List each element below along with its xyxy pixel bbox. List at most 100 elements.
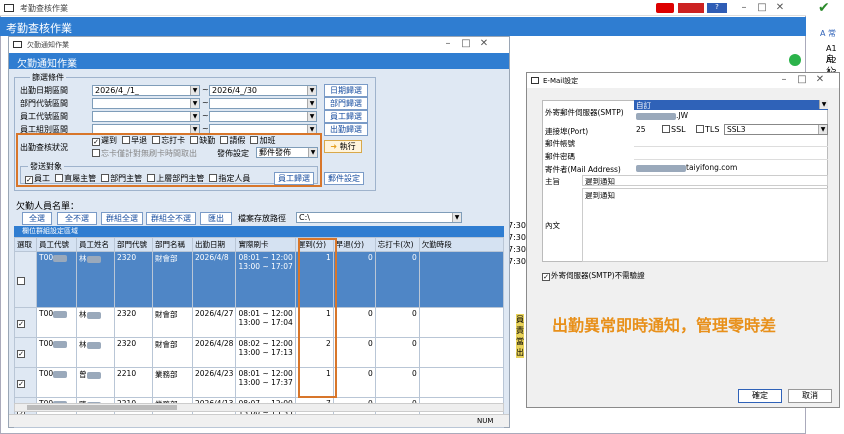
cancel-button[interactable]: 取消 xyxy=(788,389,832,403)
redacted xyxy=(53,370,68,378)
smtp-host-input[interactable]: .JW xyxy=(634,111,828,121)
row-checkbox[interactable]: ✓ xyxy=(17,276,25,285)
col-header[interactable]: 出勤日期 xyxy=(191,237,237,252)
toolbar-badge[interactable] xyxy=(678,3,704,13)
check-label: 部門主管 xyxy=(110,174,143,183)
row-checkbox[interactable]: ✓ xyxy=(17,319,25,328)
date-label: 出勤日期區間 xyxy=(20,86,68,95)
checkbox-ssl[interactable] xyxy=(662,125,670,133)
select-all-button[interactable]: 全選 xyxy=(22,212,52,225)
youtube-icon[interactable] xyxy=(656,3,674,13)
cell-absence-period xyxy=(418,337,505,368)
col-header[interactable]: 早退(分) xyxy=(332,237,376,252)
mail-setting-button[interactable]: 郵件設定 xyxy=(324,172,364,185)
checkbox-direct-manager[interactable] xyxy=(55,174,64,182)
attendance-filter-button[interactable]: 出勤歸選 xyxy=(324,123,368,136)
forget-option[interactable]: 忘卡僅計對無刷卡時間取出 xyxy=(92,148,197,159)
col-header[interactable]: 員工代號 xyxy=(36,237,77,252)
absence-table: 選取 員工代號 員工姓名 部門代號 部門名稱 出勤日期 實際刷卡 遲到(分) 早… xyxy=(14,237,505,428)
password-input[interactable] xyxy=(634,150,828,160)
cell-emp: T00 xyxy=(36,337,77,368)
execute-button[interactable]: ➜ 執行 xyxy=(324,140,362,153)
checkbox-upper-manager[interactable] xyxy=(147,174,156,182)
row-checkbox-cell[interactable]: ✓ xyxy=(14,307,37,338)
col-header[interactable]: 員工姓名 xyxy=(76,237,115,252)
row-checkbox[interactable]: ✓ xyxy=(17,349,25,358)
group-separator: ~ xyxy=(202,124,209,133)
horizontal-scrollbar[interactable] xyxy=(14,403,504,412)
checkbox-leave[interactable] xyxy=(220,136,229,144)
row-checkbox[interactable]: ✓ xyxy=(17,379,25,388)
row-checkbox-cell[interactable]: ✓ xyxy=(14,251,37,308)
checkbox-forget-only[interactable] xyxy=(92,149,100,157)
bg-window-controls[interactable]: – □ ✕ xyxy=(735,2,789,13)
dept-from-input[interactable]: ▼ xyxy=(92,98,200,109)
col-header[interactable]: 忘打卡(次) xyxy=(374,237,420,252)
bg-green-icon[interactable] xyxy=(789,54,801,66)
dept-to-input[interactable]: ▼ xyxy=(209,98,317,109)
cell-early: 0 xyxy=(332,337,376,368)
export-button[interactable]: 匯出 xyxy=(200,212,232,225)
cell-punch: 08:01 ~ 12:00 13:00 ~ 17:04 xyxy=(235,307,296,338)
tls-select[interactable]: SSL3 ▼ xyxy=(724,124,828,135)
checkbox-no-verify[interactable]: ✓ xyxy=(542,273,550,281)
cell-dept: 2210 xyxy=(114,367,153,398)
employee-select-button[interactable]: 員工歸選 xyxy=(274,172,314,185)
num-indicator: NUM xyxy=(477,417,494,425)
tls-option[interactable]: TLS xyxy=(696,125,719,134)
bg-titlebar: 考勤查核作業 ? – □ ✕ xyxy=(0,0,806,16)
scrollbar-thumb[interactable] xyxy=(27,405,177,410)
row-checkbox-cell[interactable]: ✓ xyxy=(14,337,37,368)
group-deselect-all-button[interactable]: 群組全不選 xyxy=(146,212,196,225)
emp-from-input[interactable]: ▼ xyxy=(92,111,200,122)
redacted xyxy=(53,254,68,262)
row-checkbox-cell[interactable]: ✓ xyxy=(14,367,37,398)
app-icon xyxy=(4,4,14,12)
account-input[interactable] xyxy=(634,137,828,147)
col-header[interactable]: 實際刷卡 xyxy=(235,237,296,252)
col-header[interactable]: 部門代號 xyxy=(114,237,153,252)
date-from-input[interactable]: 2026/4_/1_ ▼ xyxy=(92,85,200,96)
group-select-all-button[interactable]: 群組全選 xyxy=(101,212,143,225)
checkbox-employee[interactable]: ✓ xyxy=(25,176,33,184)
filter-group-title: 篩選條件 xyxy=(30,72,66,83)
no-verify-option[interactable]: ✓ 外寄伺服器(SMTP)不需驗證 xyxy=(542,270,645,281)
checkbox-dept-manager[interactable] xyxy=(101,174,110,182)
checkbox-late[interactable]: ✓ xyxy=(92,138,100,146)
main-window-controls[interactable]: – □ ✕ xyxy=(439,38,493,49)
date-to-input[interactable]: 2026/4_/30 ▼ xyxy=(209,85,317,96)
dept-filter-button[interactable]: 部門歸選 xyxy=(324,97,368,110)
col-header[interactable]: 欠勤時段 xyxy=(418,237,505,252)
smtp-select[interactable]: 自訂 ▼ xyxy=(634,100,828,110)
send-setting-select[interactable]: 郵件發佈 ▼ xyxy=(256,147,318,158)
checkbox-absent[interactable] xyxy=(190,136,199,144)
emp-filter-button[interactable]: 員工歸選 xyxy=(324,110,368,123)
status-checks[interactable]: ✓ 遲到 早退 忘打卡 缺勤 請假 加班 xyxy=(92,135,275,146)
group-bar: 欄位群組設定區域 xyxy=(14,226,504,237)
cell-dept-name: 財會部 xyxy=(152,307,193,338)
email-window-controls[interactable]: – □ ✕ xyxy=(775,74,829,85)
ssl-option[interactable]: SSL xyxy=(662,125,686,134)
checkbox-specified[interactable] xyxy=(209,174,218,182)
deselect-all-button[interactable]: 全不選 xyxy=(57,212,97,225)
save-path-input[interactable]: C:\ ▼ xyxy=(296,212,462,223)
ok-button[interactable]: 確定 xyxy=(738,389,782,403)
col-header[interactable]: 部門名稱 xyxy=(152,237,193,252)
port-input[interactable]: 25 xyxy=(634,125,658,135)
checkbox-tls[interactable] xyxy=(696,125,704,133)
emp-to-input[interactable]: ▼ xyxy=(209,111,317,122)
help-icon[interactable]: ? xyxy=(707,3,727,13)
late-column-highlight xyxy=(298,238,337,398)
subject-input[interactable]: 遲到通知 xyxy=(582,175,828,186)
checkbox-early[interactable] xyxy=(122,136,131,144)
checkbox-overtime[interactable] xyxy=(250,136,259,144)
body-textarea[interactable]: 遲到通知 xyxy=(582,188,828,262)
sender-input[interactable]: taiyifong.com xyxy=(634,163,828,173)
cell-early: 0 xyxy=(332,307,376,338)
col-header[interactable]: 選取 xyxy=(14,237,37,252)
date-filter-button[interactable]: 日期歸選 xyxy=(324,84,368,97)
check-label: 上層部門主管 xyxy=(156,174,205,183)
checkbox-forget[interactable] xyxy=(152,136,161,144)
target-checks[interactable]: ✓ 員工 直屬主管 部門主管 上層部門主管 指定人員 xyxy=(25,173,250,184)
bg-right-link[interactable]: A 常 xyxy=(820,28,836,39)
